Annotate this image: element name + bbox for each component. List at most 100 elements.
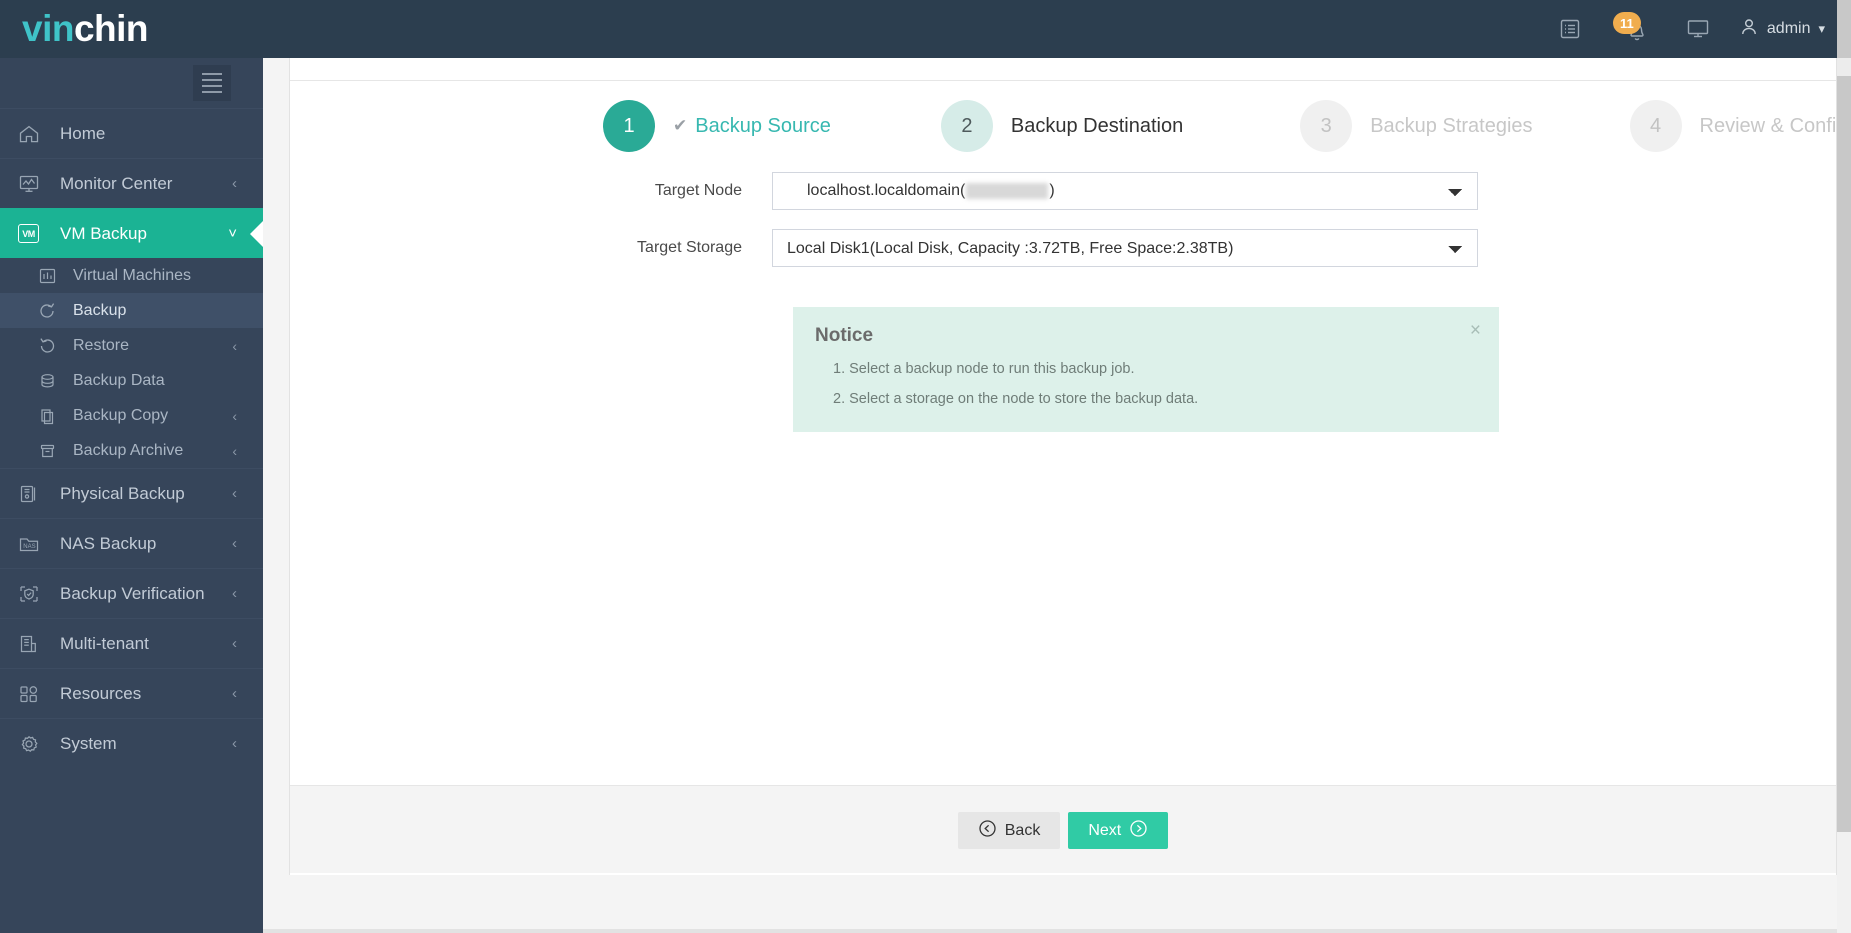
vm-icon: VM <box>18 222 48 246</box>
vertical-scrollbar-thumb[interactable] <box>1837 0 1851 832</box>
chevron-left-icon: ‹ <box>232 442 237 459</box>
sidebar-item-backup-verification[interactable]: Backup Verification ‹ <box>0 568 263 618</box>
arrow-right-circle-icon <box>1129 819 1148 843</box>
brand-logo-second: chin <box>73 8 149 49</box>
sidebar-item-restore[interactable]: Restore ‹ <box>0 328 263 363</box>
chevron-left-icon: ‹ <box>232 685 237 702</box>
server-icon <box>18 482 48 506</box>
chevron-left-icon: ‹ <box>232 175 237 192</box>
sidebar-subitem-label: Virtual Machines <box>73 266 191 284</box>
next-button[interactable]: Next <box>1068 812 1169 849</box>
svg-text:NAS: NAS <box>23 544 35 550</box>
monitor-chart-icon <box>18 172 48 196</box>
chevron-left-icon: ‹ <box>232 735 237 752</box>
username-label: admin <box>1766 20 1811 37</box>
title-divider <box>290 80 1836 81</box>
notification-count-badge: 11 <box>1612 12 1641 34</box>
wizard-step-label: Backup Source <box>695 114 831 137</box>
sidebar-collapse-row <box>0 58 263 108</box>
wizard-footer: Back Next <box>289 786 1837 873</box>
chevron-left-icon: ‹ <box>232 485 237 502</box>
wizard-step-3[interactable]: 3 Backup Strategies <box>1300 100 1533 152</box>
monitor-icon[interactable] <box>1683 14 1713 44</box>
next-button-label: Next <box>1088 821 1122 839</box>
sidebar-item-home[interactable]: Home <box>0 108 263 158</box>
notice-title: Notice <box>815 325 874 346</box>
sidebar-item-label: Monitor Center <box>60 173 173 193</box>
chevron-left-icon: ‹ <box>232 635 237 652</box>
user-icon <box>1739 17 1759 42</box>
nas-folder-icon: NAS <box>18 532 48 556</box>
wizard-step-number: 2 <box>940 100 993 152</box>
brand-logo[interactable]: vin chin <box>0 0 263 58</box>
refresh-icon <box>38 300 64 322</box>
grid-icon <box>18 682 48 706</box>
gear-icon <box>18 732 48 756</box>
wizard-step-4[interactable]: 4 Review & Confirm <box>1629 100 1851 152</box>
copy-icon <box>38 405 64 427</box>
chevron-down-icon: ˅ <box>228 225 237 242</box>
hamburger-icon[interactable] <box>193 65 231 101</box>
chevron-left-icon: ‹ <box>232 535 237 552</box>
user-menu[interactable]: admin ▾ <box>1739 17 1825 42</box>
sidebar-item-backup-copy[interactable]: Backup Copy ‹ <box>0 398 263 433</box>
sidebar-item-monitor-center[interactable]: Monitor Center ‹ <box>0 158 263 208</box>
target-node-row: Target Node <box>290 172 1836 210</box>
wizard-step-label-wrap: Review & Confirm <box>1700 115 1851 138</box>
sidebar-item-nas-backup[interactable]: NAS NAS Backup ‹ <box>0 518 263 568</box>
sidebar-item-label: Backup Verification <box>60 583 205 603</box>
sidebar: Home Monitor Center ‹ VM VM Backup ˅ Vir… <box>0 58 263 933</box>
shield-check-icon <box>18 582 48 606</box>
target-storage-row: Target Storage Local Disk1(Local Disk, C… <box>290 229 1836 267</box>
sidebar-item-label: Home <box>60 123 106 143</box>
wizard-step-label-wrap: ✔ Backup Source <box>673 115 831 138</box>
sidebar-item-vm-backup[interactable]: VM VM Backup ˅ <box>0 208 263 258</box>
target-node-label: Target Node <box>654 182 742 199</box>
wizard-step-number: 1 <box>603 100 655 152</box>
sidebar-item-label: Physical Backup <box>60 483 185 503</box>
sidebar-item-label: Multi-tenant <box>60 633 149 653</box>
chevron-left-icon: ‹ <box>232 585 237 602</box>
notifications-button[interactable]: 11 <box>1611 12 1657 46</box>
list-icon[interactable] <box>1555 14 1585 44</box>
wizard-step-label: Backup Strategies <box>1370 114 1533 137</box>
wizard-step-label-wrap: Backup Destination <box>1011 115 1183 138</box>
brand-logo-first: vin <box>22 8 74 49</box>
wizard-card: New Backup Job 1 ✔ Backup Source 2 Backu… <box>289 0 1851 875</box>
chart-bar-icon <box>38 265 64 287</box>
sidebar-item-label: Resources <box>60 683 142 703</box>
notice-line-1: 1. Select a backup node to run this back… <box>833 361 1135 377</box>
target-node-select[interactable] <box>772 172 1478 210</box>
archive-icon <box>38 440 64 462</box>
notice-panel: Notice × 1. Select a backup node to run … <box>793 307 1499 432</box>
sidebar-item-multi-tenant[interactable]: Multi-tenant ‹ <box>0 618 263 668</box>
sidebar-item-system[interactable]: System ‹ <box>0 718 263 768</box>
wizard-step-1[interactable]: 1 ✔ Backup Source <box>603 100 831 152</box>
sidebar-item-backup-data[interactable]: Backup Data <box>0 363 263 398</box>
sidebar-item-resources[interactable]: Resources ‹ <box>0 668 263 718</box>
close-icon[interactable]: × <box>1470 321 1481 340</box>
sidebar-subitem-label: Backup <box>73 301 127 319</box>
sidebar-subitem-label: Backup Data <box>73 371 165 389</box>
target-storage-select[interactable]: Local Disk1(Local Disk, Capacity :3.72TB… <box>772 229 1478 267</box>
sidebar-item-label: NAS Backup <box>60 533 157 553</box>
check-icon: ✔ <box>673 116 688 135</box>
chevron-left-icon: ‹ <box>232 337 237 354</box>
chevron-left-icon: ‹ <box>232 407 237 424</box>
wizard-step-number: 4 <box>1629 100 1682 152</box>
arrow-left-circle-icon <box>978 819 997 843</box>
wizard-step-number: 3 <box>1300 100 1353 152</box>
sidebar-item-label: VM Backup <box>60 223 147 243</box>
sidebar-item-virtual-machines[interactable]: Virtual Machines <box>0 258 263 293</box>
back-button-label: Back <box>1004 821 1041 839</box>
sidebar-item-physical-backup[interactable]: Physical Backup ‹ <box>0 468 263 518</box>
sidebar-subitem-label: Backup Copy <box>73 406 169 424</box>
chevron-down-icon: ▾ <box>1818 21 1825 36</box>
target-storage-label: Target Storage <box>637 239 742 256</box>
sidebar-item-backup[interactable]: Backup <box>0 293 263 328</box>
back-button[interactable]: Back <box>957 812 1061 849</box>
top-header: vin chin 11 admin ▾ <box>0 0 1851 58</box>
sidebar-item-backup-archive[interactable]: Backup Archive ‹ <box>0 433 263 468</box>
wizard-step-2[interactable]: 2 Backup Destination <box>940 100 1183 152</box>
wizard-step-label: Review & Confirm <box>1699 114 1851 137</box>
